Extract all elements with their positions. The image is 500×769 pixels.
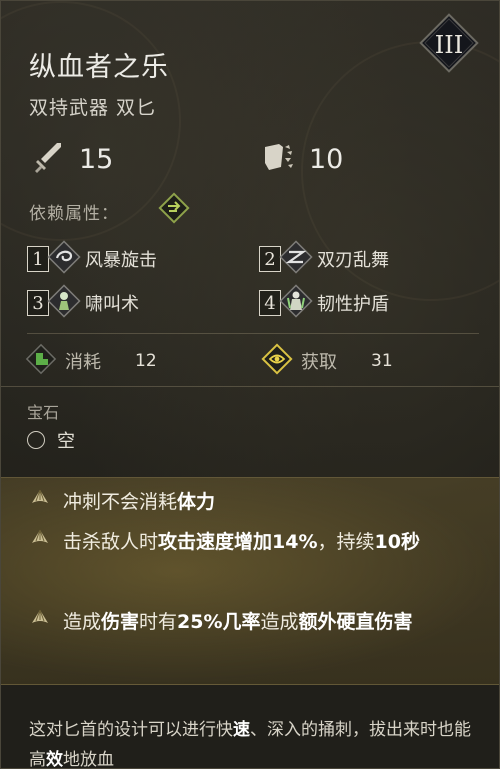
perk-3: 造成伤害时有25%几率造成额外硬直伤害 [29,602,483,642]
gem-slot-text: 空 [57,431,75,452]
item-tooltip-card: III 纵血者之乐 双持武器 双匕 15 10 依赖属性： 1 风暴旋击 2 双… [0,0,500,769]
skill-name: 韧性护盾 [317,294,389,315]
stamina-cost-icon [23,341,59,381]
divider [27,333,479,334]
attack-value: 15 [79,143,114,175]
plain-text: ，持续 [317,531,375,553]
item-name: 纵血者之乐 [29,52,169,83]
perk-text: 冲刺不会消耗体力 [63,482,483,522]
emphasis-text: 伤害 [101,611,140,633]
gain-value: 31 [371,351,393,371]
skill-2[interactable]: 2 双刃乱舞 [259,240,389,278]
cost-row: 消耗 12 [23,341,157,381]
emphasis-text: 攻击速度增加 [158,531,273,553]
emphasis-text: 效 [46,750,63,769]
gain-eye-icon [259,341,295,381]
howl-icon [47,284,81,322]
cost-value: 12 [135,351,157,371]
shell-perk-icon [29,606,51,642]
cost-label: 消耗 [65,352,101,373]
block-stat: 10 [261,139,343,179]
emphasis-text: 25%几率 [177,611,261,633]
skill-1[interactable]: 1 风暴旋击 [27,240,157,278]
shell-perk-icon [29,486,51,522]
plain-text: 造成 [260,611,299,633]
shell-perk-icon [29,526,51,562]
empty-gem-socket-icon [27,431,45,449]
tier-numeral: III [435,31,463,59]
emphasis-text: 体力 [177,491,216,513]
skill-slot-number: 2 [259,246,281,272]
skill-4[interactable]: 4 韧性护盾 [259,284,389,322]
gem-slot[interactable]: 空 [27,427,75,453]
gain-label: 获取 [301,352,337,373]
divider [1,386,499,387]
twin-blade-icon [279,240,313,278]
tier-badge: III [417,11,481,75]
plain-text: 击杀敌人时 [63,531,159,553]
emphasis-text: 额外硬直伤害 [298,611,413,633]
dependency-label: 依赖属性： [29,204,119,224]
shield-shatter-icon [261,139,297,179]
plain-text: 造成 [63,611,102,633]
perk-text: 击杀敌人时攻击速度增加14%，持续10秒 [63,522,483,562]
skill-slot-number: 3 [27,290,49,316]
attack-stat: 15 [31,139,113,179]
skill-name: 啸叫术 [85,294,139,315]
emphasis-text: 10秒 [374,531,420,553]
item-type: 双持武器 双匕 [29,97,157,119]
perk-1: 冲刺不会消耗体力 [29,482,483,522]
emphasis-text: 14% [272,531,318,553]
plain-text: 冲刺不会消耗 [63,491,178,513]
plain-text: 地放血 [63,750,114,769]
gain-row: 获取 31 [259,341,393,381]
block-value: 10 [309,143,344,175]
sword-icon [31,139,67,179]
gem-section-title: 宝石 [27,403,60,422]
perk-panel: 冲刺不会消耗体力 击杀敌人时攻击速度增加14%，持续10秒 造成伤害时有25%几… [1,477,499,685]
emphasis-text: 速 [233,720,250,740]
perk-2: 击杀敌人时攻击速度增加14%，持续10秒 [29,522,483,562]
perk-text: 造成伤害时有25%几率造成额外硬直伤害 [63,602,483,642]
storm-swirl-icon [47,240,81,278]
skill-slot-number: 4 [259,290,281,316]
agility-attribute-icon[interactable] [155,189,193,231]
plain-text: 这对匕首的设计可以进行快 [29,720,233,740]
plain-text: 时有 [139,611,178,633]
skill-slot-number: 1 [27,246,49,272]
skill-3[interactable]: 3 啸叫术 [27,284,139,322]
tenacity-shield-icon [279,284,313,322]
skill-name: 风暴旋击 [85,250,157,271]
skill-name: 双刃乱舞 [317,250,389,271]
flavor-text: 这对匕首的设计可以进行快速、深入的捅刺，拔出来时也能高效地放血 [29,715,481,769]
